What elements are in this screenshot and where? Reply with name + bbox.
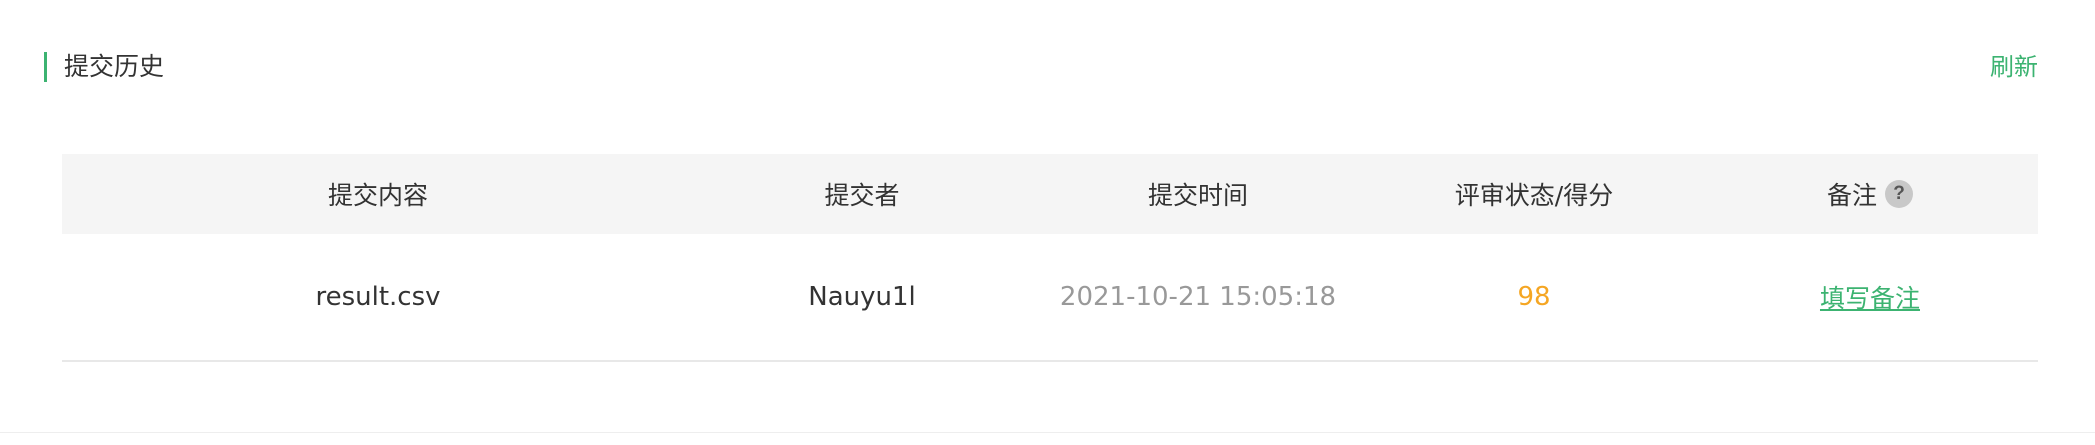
header-submitter-label: 提交者 bbox=[824, 181, 900, 210]
header-notes-label: 备注 bbox=[1826, 181, 1877, 210]
section-accent-bar bbox=[44, 52, 47, 82]
cell-content: result.csv bbox=[62, 234, 694, 360]
submission-table: 提交内容 提交者 提交时间 评审状态/得分 备注 ? result.csv Na… bbox=[62, 154, 2038, 362]
header-time-label: 提交时间 bbox=[1147, 181, 1248, 210]
table-header: 提交内容 提交者 提交时间 评审状态/得分 备注 ? bbox=[62, 154, 2038, 234]
submission-history-panel: 提交历史 刷新 提交内容 提交者 提交时间 评审状态/得分 备注 ? resul bbox=[0, 0, 2095, 445]
header-content: 提交内容 bbox=[62, 154, 694, 234]
score-value: 98 bbox=[1517, 282, 1551, 312]
header-time: 提交时间 bbox=[1030, 154, 1366, 234]
section-header: 提交历史 刷新 bbox=[44, 50, 2038, 84]
submission-file-name: result.csv bbox=[315, 282, 441, 312]
submitter-name: Nauyu1l bbox=[808, 282, 916, 312]
table-row: result.csv Nauyu1l 2021-10-21 15:05:18 9… bbox=[62, 234, 2038, 362]
cell-time: 2021-10-21 15:05:18 bbox=[1030, 234, 1366, 360]
refresh-button[interactable]: 刷新 bbox=[1990, 50, 2038, 84]
section-title: 提交历史 bbox=[64, 52, 165, 81]
question-mark-icon[interactable]: ? bbox=[1885, 180, 1913, 208]
cell-submitter: Nauyu1l bbox=[694, 234, 1030, 360]
header-content-label: 提交内容 bbox=[327, 181, 428, 210]
header-submitter: 提交者 bbox=[694, 154, 1030, 234]
cell-notes: 填写备注 bbox=[1702, 234, 2038, 360]
header-notes: 备注 ? bbox=[1702, 154, 2038, 234]
cell-status-score: 98 bbox=[1366, 234, 1702, 360]
bottom-divider bbox=[0, 432, 2095, 433]
submission-time: 2021-10-21 15:05:18 bbox=[1059, 282, 1337, 312]
fill-notes-link[interactable]: 填写备注 bbox=[1820, 279, 1920, 315]
header-status-score: 评审状态/得分 bbox=[1366, 154, 1702, 234]
header-status-score-label: 评审状态/得分 bbox=[1454, 181, 1614, 210]
